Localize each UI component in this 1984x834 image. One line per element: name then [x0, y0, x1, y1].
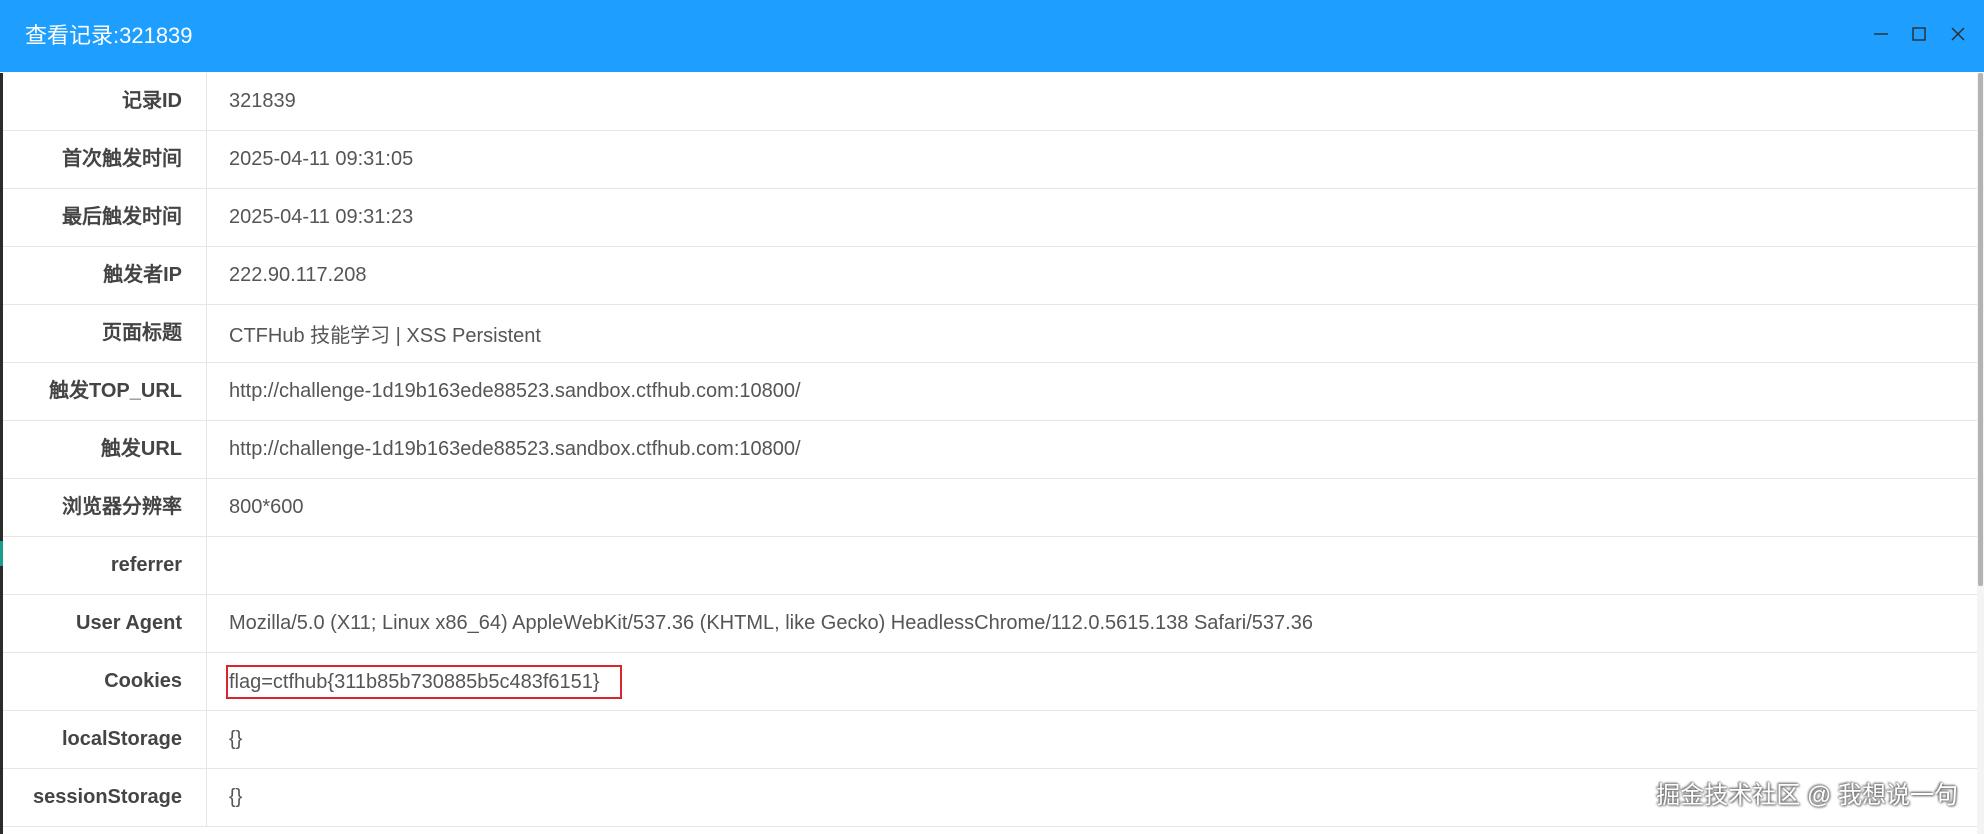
row-cookies: Cookies flag=ctfhub{311b85b730885b5c483f… [3, 653, 1984, 711]
background-window-edge [0, 541, 3, 566]
record-detail-table: 记录ID 321839 首次触发时间 2025-04-11 09:31:05 最… [0, 73, 1984, 834]
label-referrer: referrer [3, 537, 207, 594]
row-trigger-top-url: 触发TOP_URL http://challenge-1d19b163ede88… [3, 363, 1984, 421]
value-user-agent: Mozilla/5.0 (X11; Linux x86_64) AppleWeb… [229, 612, 1313, 634]
vertical-scrollbar[interactable] [1977, 73, 1984, 834]
value-trigger-top-url: http://challenge-1d19b163ede88523.sandbo… [229, 380, 801, 402]
watermark: 掘金技术社区 @ 我想说一句 [1656, 782, 1958, 809]
label-browser-resolution: 浏览器分辨率 [3, 479, 207, 536]
value-local-storage: {} [229, 728, 243, 750]
label-trigger-top-url: 触发TOP_URL [3, 363, 207, 420]
maximize-icon [1912, 27, 1926, 41]
value-trigger-url: http://challenge-1d19b163ede88523.sandbo… [229, 438, 801, 460]
row-last-trigger-time: 最后触发时间 2025-04-11 09:31:23 [3, 189, 1984, 247]
label-page-title: 页面标题 [3, 305, 207, 362]
value-last-trigger-time: 2025-04-11 09:31:23 [229, 206, 414, 228]
row-first-trigger-time: 首次触发时间 2025-04-11 09:31:05 [3, 131, 1984, 189]
value-record-id: 321839 [229, 90, 296, 112]
row-page-title: 页面标题 CTFHub 技能学习 | XSS Persistent [3, 305, 1984, 363]
value-referrer [207, 537, 1984, 594]
label-trigger-ip: 触发者IP [3, 247, 207, 304]
label-user-agent: User Agent [3, 595, 207, 652]
row-record-id: 记录ID 321839 [3, 73, 1984, 131]
label-last-trigger-time: 最后触发时间 [3, 189, 207, 246]
value-browser-resolution: 800*600 [229, 496, 304, 518]
label-record-id: 记录ID [3, 73, 207, 130]
value-first-trigger-time: 2025-04-11 09:31:05 [229, 148, 414, 170]
cookie-flag-highlight-box: flag=ctfhub{311b85b730885b5c483f6151} [226, 664, 622, 699]
label-first-trigger-time: 首次触发时间 [3, 131, 207, 188]
scrollbar-thumb[interactable] [1978, 73, 1983, 586]
row-user-agent: User Agent Mozilla/5.0 (X11; Linux x86_6… [3, 595, 1984, 653]
label-local-storage: localStorage [3, 711, 207, 768]
label-session-storage: sessionStorage [3, 769, 207, 826]
dialog-title: 查看记录:321839 [25, 23, 193, 48]
dialog-title-bar[interactable]: 查看记录:321839 [0, 0, 1984, 72]
row-trigger-url: 触发URL http://challenge-1d19b163ede88523.… [3, 421, 1984, 479]
close-icon [1951, 27, 1965, 41]
minimize-icon [1874, 33, 1888, 35]
value-cookies-cell: flag=ctfhub{311b85b730885b5c483f6151} [207, 653, 1984, 710]
close-button[interactable] [1947, 23, 1969, 45]
row-local-storage: localStorage {} [3, 711, 1984, 769]
value-trigger-ip: 222.90.117.208 [229, 264, 367, 286]
row-trigger-ip: 触发者IP 222.90.117.208 [3, 247, 1984, 305]
value-page-title: CTFHub 技能学习 | XSS Persistent [229, 325, 541, 347]
row-browser-resolution: 浏览器分辨率 800*600 [3, 479, 1984, 537]
maximize-button[interactable] [1908, 23, 1930, 45]
minimize-button[interactable] [1870, 23, 1892, 45]
row-referrer: referrer [3, 537, 1984, 595]
label-cookies: Cookies [3, 653, 207, 710]
label-trigger-url: 触发URL [3, 421, 207, 478]
